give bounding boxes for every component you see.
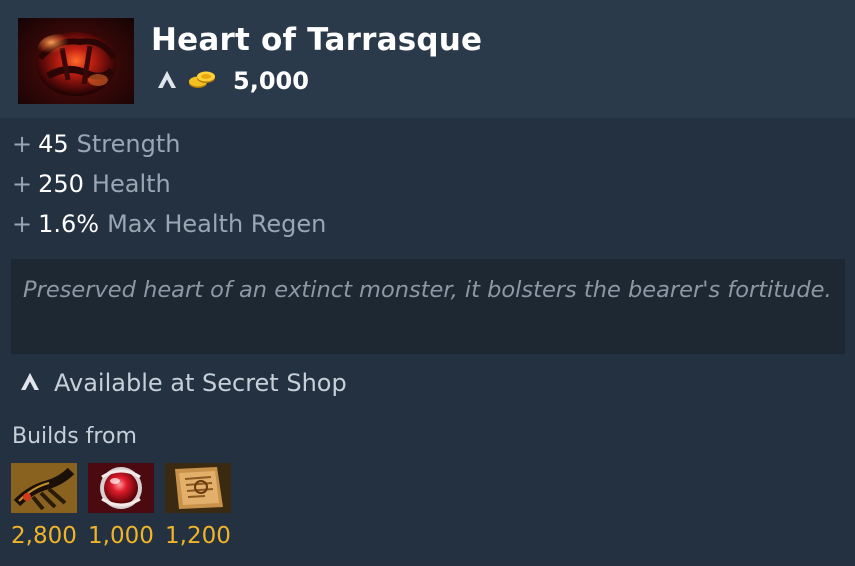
item-cost: 5,000	[233, 67, 309, 95]
tooltip-header: Heart of Tarrasque 5,000	[0, 0, 855, 118]
attribute-plus: +	[12, 210, 33, 238]
item-cost-row: 5,000	[155, 66, 309, 96]
attribute-row: +1.6% Max Health Regen	[12, 207, 326, 247]
attribute-row: +250 Health	[12, 167, 326, 207]
component-price: 2,800	[11, 523, 77, 549]
lore-text: Preserved heart of an extinct monster, i…	[11, 259, 845, 354]
heart-of-tarrasque-icon	[18, 18, 134, 104]
recipe-scroll-icon	[165, 463, 231, 513]
attribute-value: 45	[38, 130, 69, 158]
secret-shop-icon	[155, 67, 179, 95]
attribute-plus: +	[12, 170, 33, 198]
component-price: 1,000	[88, 523, 154, 549]
builds-from-label: Builds from	[12, 424, 137, 449]
availability-row: Available at Secret Shop	[18, 366, 347, 400]
component-list: 2,800 1,000 1,200	[11, 463, 242, 549]
item-tooltip: Heart of Tarrasque 5,000 + 45 Strength +…	[0, 0, 855, 566]
component-item[interactable]: 1,000	[88, 463, 156, 549]
attribute-label: Health	[91, 170, 171, 198]
attribute-list: +45 Strength +250 Health +1.6% Max Health R…	[12, 127, 326, 247]
attribute-plus: +	[12, 130, 33, 158]
gold-coins-icon	[179, 67, 217, 95]
attribute-value: 250	[38, 170, 84, 198]
attribute-row: +45 Strength	[12, 127, 326, 167]
secret-shop-icon	[18, 369, 42, 397]
attribute-label: Max Health Regen	[107, 210, 327, 238]
component-item[interactable]: 2,800	[11, 463, 79, 549]
component-item[interactable]: 1,200	[165, 463, 233, 549]
availability-text: Available at Secret Shop	[54, 369, 347, 397]
item-title: Heart of Tarrasque	[151, 22, 483, 58]
attribute-label: Strength	[76, 130, 181, 158]
attribute-value: 1.6%	[38, 210, 100, 238]
claw-item-icon	[11, 463, 77, 513]
component-price: 1,200	[165, 523, 231, 549]
red-orb-item-icon	[88, 463, 154, 513]
